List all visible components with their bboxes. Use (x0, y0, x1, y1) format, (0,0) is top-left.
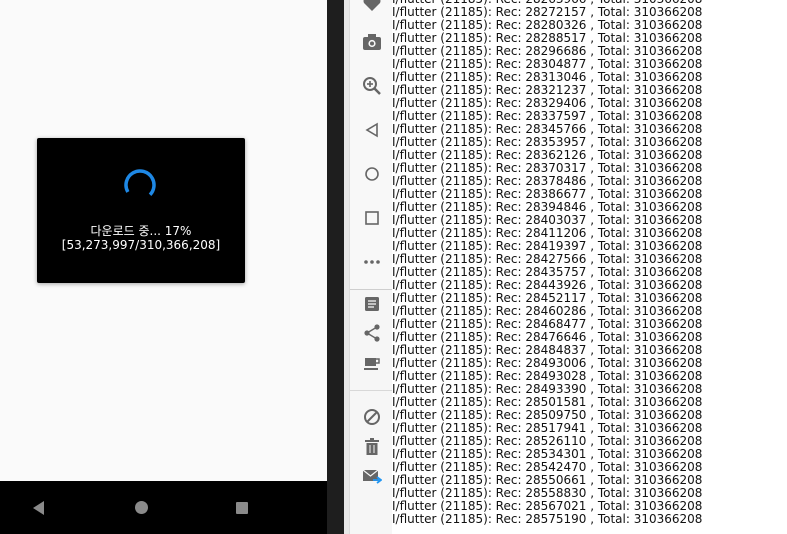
zoom-button[interactable] (360, 74, 384, 98)
coffee-button[interactable] (360, 352, 384, 376)
heart-icon (363, 0, 381, 11)
overview-icon (365, 211, 379, 225)
heart-button[interactable] (360, 0, 384, 16)
notes-button[interactable] (360, 292, 384, 316)
more-button[interactable] (360, 250, 384, 274)
clear-log-button[interactable] (360, 435, 384, 459)
overview-button[interactable] (360, 206, 384, 230)
back-button[interactable] (360, 118, 384, 142)
recents-square-icon (236, 501, 248, 514)
download-status-text: 다운로드 중... 17% (90, 224, 192, 238)
share-button[interactable] (360, 321, 384, 345)
send-log-button[interactable] (360, 465, 384, 489)
download-bytes-text: [53,273,997/310,366,208] (61, 238, 221, 252)
nav-recents-button[interactable] (222, 481, 262, 534)
more-icon (364, 260, 380, 264)
trash-icon (365, 438, 379, 455)
nav-back-button[interactable] (18, 481, 58, 534)
mail-icon (362, 469, 382, 484)
home-icon (365, 167, 379, 181)
side-toolbar (349, 0, 393, 534)
camera-icon (363, 34, 381, 50)
home-circle-icon (134, 501, 148, 514)
notes-icon (365, 297, 379, 311)
log-line: I/flutter (21185): Rec: 28575190 , Total… (392, 512, 703, 526)
android-nav-bar (0, 481, 327, 534)
back-icon (365, 122, 378, 138)
coffee-icon (364, 358, 380, 370)
screenshot-button[interactable] (360, 30, 384, 54)
zoom-in-icon (363, 77, 381, 95)
emulator-frame-edge (327, 0, 344, 534)
loading-spinner-icon (124, 169, 156, 201)
home-button[interactable] (360, 162, 384, 186)
back-triangle-icon (32, 500, 44, 515)
block-icon (364, 409, 380, 425)
emulator-screen: 다운로드 중... 17% [53,273,997/310,366,208] (0, 0, 327, 534)
share-icon (364, 324, 380, 342)
toolbar-divider (350, 390, 393, 391)
clear-filter-button[interactable] (360, 405, 384, 429)
nav-home-button[interactable] (121, 481, 161, 534)
logcat-output[interactable]: I/flutter (21185): Rec: 28263966 , Total… (392, 0, 787, 534)
download-progress-dialog: 다운로드 중... 17% [53,273,997/310,366,208] (37, 138, 245, 283)
